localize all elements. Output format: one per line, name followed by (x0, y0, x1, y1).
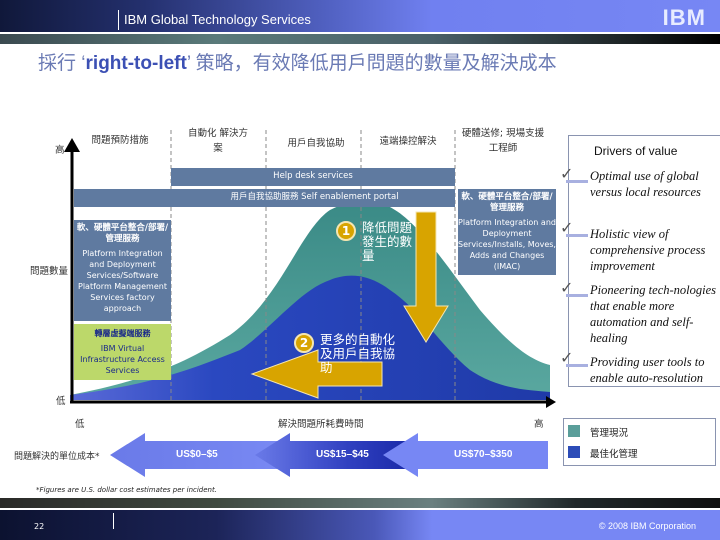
green-box-text: IBM Virtual Infrastructure Access Servic… (80, 344, 165, 375)
x-axis-label: 解決問題所耗費時間 (278, 419, 364, 430)
legend-label-optimized: 最佳化管理 (590, 449, 638, 460)
footer-divider (113, 513, 114, 529)
driver-item: Holistic view of comprehensive process i… (590, 227, 706, 273)
left-box-title: 軟、硬體平台整合/部署/管理服務 (76, 223, 169, 244)
column-header-self-help: 用戶自我協助 (287, 138, 345, 149)
cost-tier-mid: US$15–$45 (316, 449, 369, 460)
x-axis-high-label: 高 (534, 419, 544, 430)
help-desk-band: Help desk services (171, 168, 455, 186)
right-box-text: Platform Integration and Deployment Serv… (458, 218, 556, 271)
x-axis-arrow (546, 396, 556, 408)
unit-cost-label: 問題解決的單位成本* (14, 452, 100, 462)
right-box-title: 軟、硬體平台整合/部署/管理服務 (461, 192, 553, 213)
check-underline (566, 294, 588, 297)
legend-swatch-current (568, 425, 580, 437)
check-underline (566, 234, 588, 237)
green-box-title: 轉層虛擬端服務 (94, 329, 151, 338)
legend-swatch-optimized (568, 446, 580, 458)
cost-tier-high: US$70–$350 (454, 449, 513, 460)
column-header-automation: 自動化 解決方案 (187, 128, 249, 154)
column-header-remote: 遠端操控解決 (379, 136, 437, 147)
x-axis-low-label: 低 (75, 419, 85, 430)
footer-strip (0, 498, 720, 508)
check-underline (566, 180, 588, 183)
platform-integration-box-right: 軟、硬體平台整合/部署/管理服務 Platform Integration an… (458, 189, 556, 275)
driver-item: Pioneering tech-nologies that enable mor… (590, 283, 717, 345)
self-enablement-band: 用戶自我協助服務 Self enablement portal (74, 189, 455, 207)
callout-1-badge: 1 (336, 221, 356, 241)
y-axis-label: 問題數量 (30, 266, 69, 277)
footnote: *Figures are U.S. dollar cost estimates … (36, 486, 217, 494)
cost-tier-low: US$0–$5 (176, 449, 218, 460)
column-header-prevention: 問題預防措施 (91, 135, 149, 146)
y-axis-arrow (64, 138, 80, 152)
callout-2-text: 更多的自動化及用戶自我協助 (320, 332, 396, 375)
legend (563, 418, 716, 466)
callout-2-badge: 2 (294, 333, 314, 353)
column-header-onsite: 硬體送修; 現場支援工程師 (461, 128, 545, 154)
y-axis-low-label: 低 (56, 396, 66, 407)
legend-label-current: 管理現況 (590, 428, 629, 439)
page-number: 22 (34, 522, 45, 531)
platform-integration-box-left: 軟、硬體平台整合/部署/管理服務 Platform Integration an… (74, 220, 171, 321)
virtual-access-box: 轉層虛擬端服務 IBM Virtual Infrastructure Acces… (74, 324, 171, 380)
drivers-title: Drivers of value (594, 144, 678, 158)
check-underline (566, 364, 588, 367)
left-box-text: Platform Integration and Deployment Serv… (78, 249, 167, 313)
driver-item: Optimal use of global versus local resou… (590, 169, 701, 199)
y-axis-high-label: 高 (55, 145, 65, 156)
copyright: © 2008 IBM Corporation (598, 521, 696, 531)
callout-1-text: 降低問題發生的數量 (362, 220, 413, 263)
driver-item: Providing user tools to enable auto-reso… (590, 355, 705, 385)
